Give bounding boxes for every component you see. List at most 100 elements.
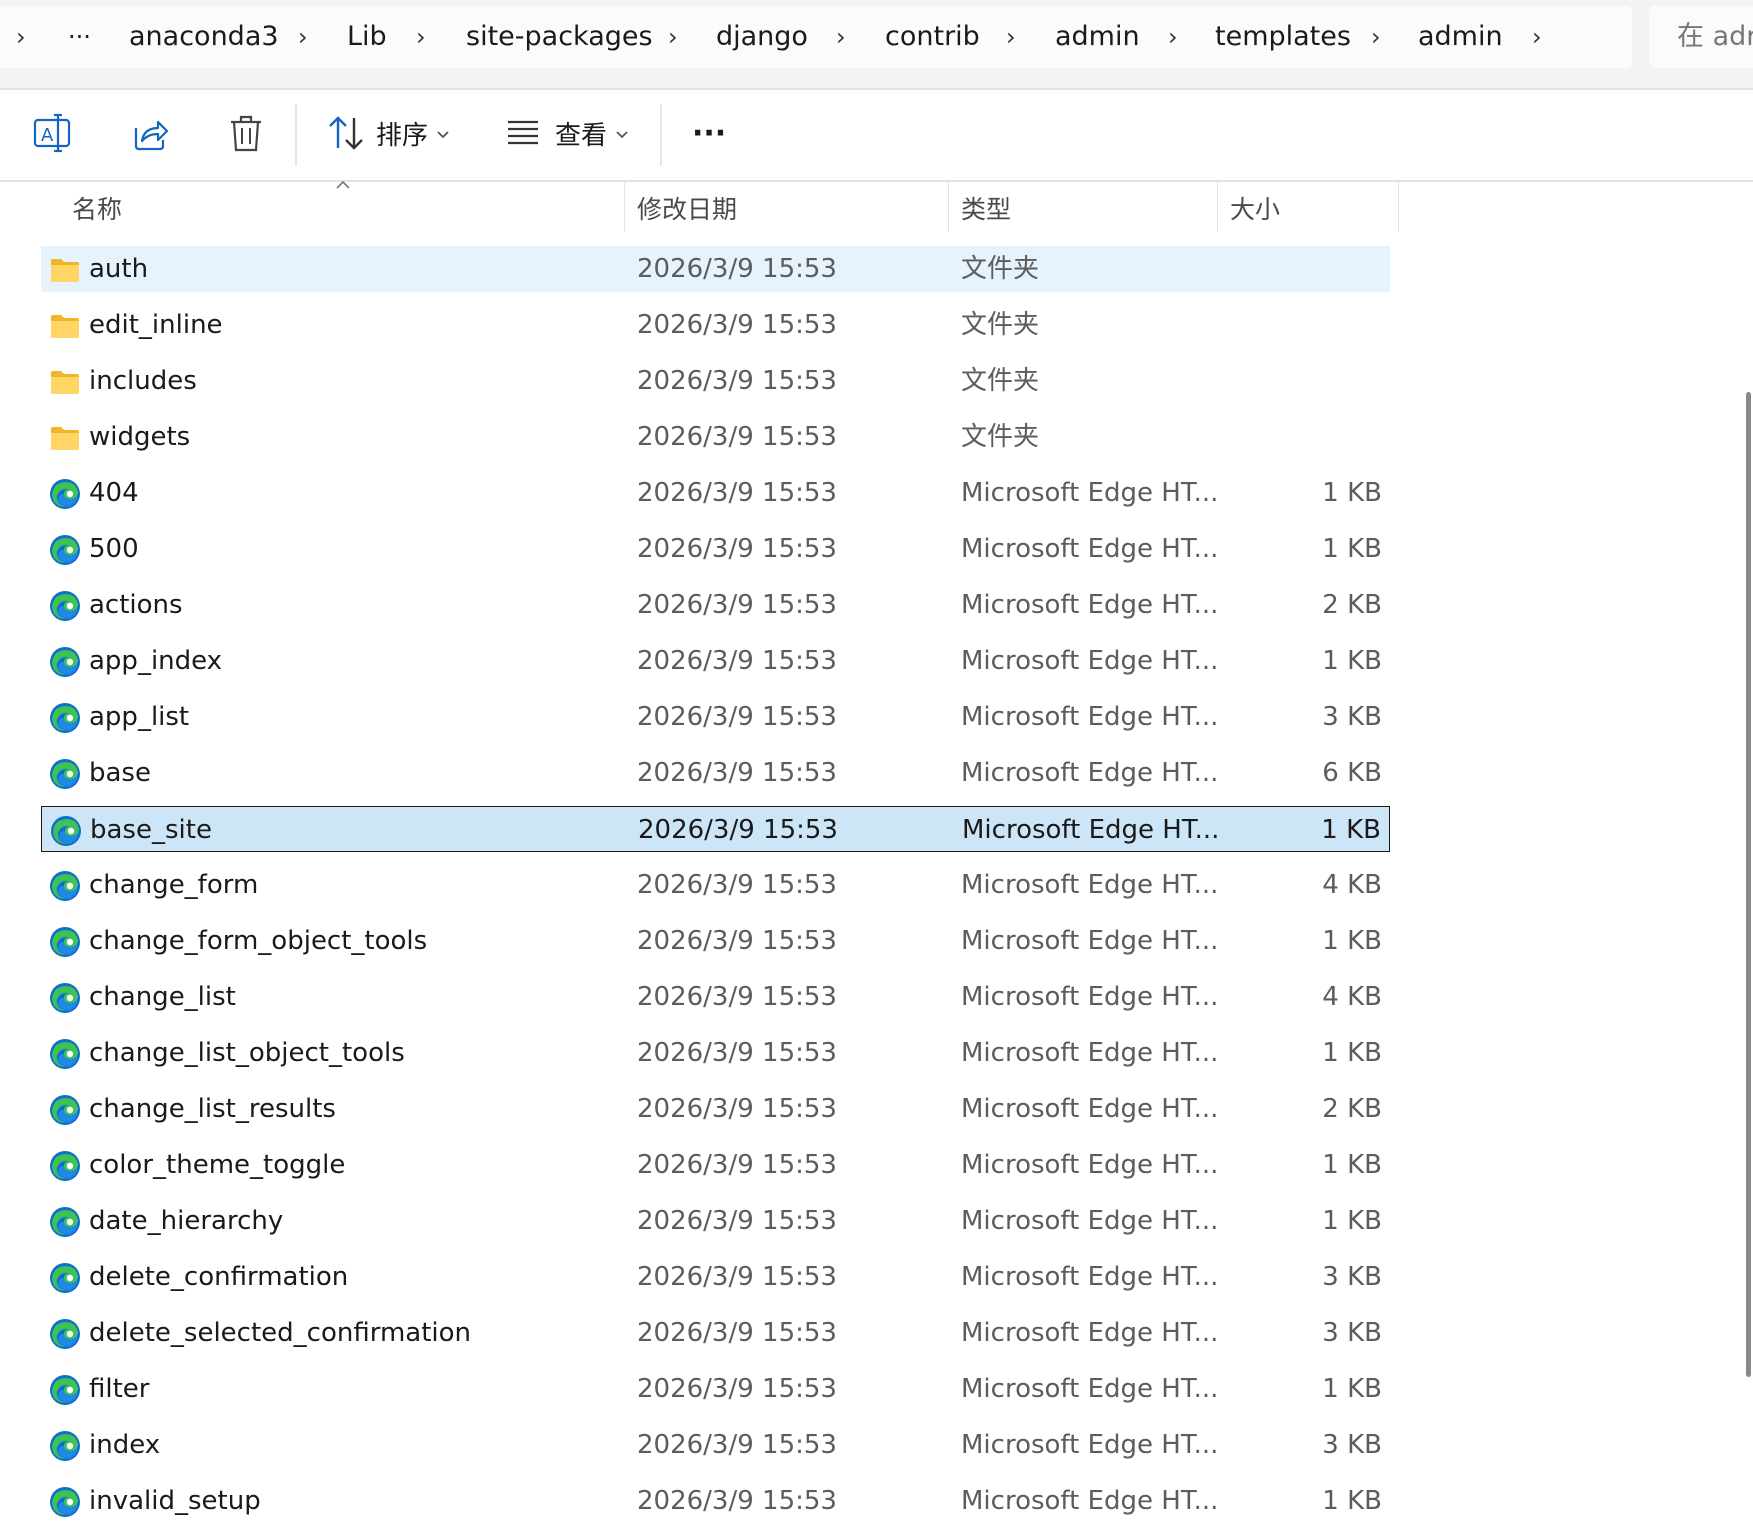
- file-type: Microsoft Edge HT...: [961, 590, 1219, 620]
- file-name: auth: [89, 254, 149, 284]
- file-type: Microsoft Edge HT...: [961, 1486, 1219, 1516]
- sort-icon: [329, 116, 363, 150]
- file-name: widgets: [89, 422, 191, 452]
- chevron-right-icon[interactable]: ›: [16, 6, 26, 68]
- rename-button[interactable]: A: [32, 110, 72, 162]
- file-type: Microsoft Edge HT...: [961, 982, 1219, 1012]
- chevron-right-icon[interactable]: ›: [1168, 6, 1178, 68]
- file-size: 1 KB: [1322, 1486, 1382, 1516]
- chevron-right-icon[interactable]: ›: [1371, 6, 1381, 68]
- file-row[interactable]: base 2026/3/9 15:53 Microsoft Edge HT... 6 …: [41, 750, 1390, 796]
- file-date: 2026/3/9 15:53: [637, 646, 837, 676]
- file-type: Microsoft Edge HT...: [961, 926, 1219, 956]
- file-type: 文件夹: [961, 422, 1040, 452]
- file-type: Microsoft Edge HT...: [961, 1206, 1219, 1236]
- file-row[interactable]: base_site 2026/3/9 15:53 Microsoft Edge HT…: [41, 806, 1390, 852]
- breadcrumb[interactable]: › ··· anaconda3 › Lib › site-packages › …: [0, 6, 1632, 68]
- file-type: Microsoft Edge HT...: [961, 646, 1219, 676]
- scrollbar-thumb[interactable]: [1746, 392, 1751, 1377]
- column-header-type[interactable]: 类型: [961, 188, 1011, 232]
- breadcrumb-item-templates[interactable]: templates: [1215, 6, 1351, 68]
- file-size: 1 KB: [1322, 926, 1382, 956]
- column-divider[interactable]: [948, 182, 949, 232]
- file-date: 2026/3/9 15:53: [638, 815, 838, 845]
- column-divider[interactable]: [1217, 182, 1218, 232]
- breadcrumb-item-admin[interactable]: admin: [1055, 6, 1140, 68]
- file-type: Microsoft Edge HT...: [961, 1262, 1219, 1292]
- file-row[interactable]: color_theme_toggle 2026/3/9 15:53 Microsof…: [41, 1142, 1390, 1188]
- chevron-right-icon[interactable]: ›: [1532, 6, 1542, 68]
- file-size: 3 KB: [1322, 1262, 1382, 1292]
- edge-html-file-icon: [50, 647, 80, 677]
- breadcrumb-overflow-button[interactable]: ···: [68, 6, 91, 68]
- file-type: Microsoft Edge HT...: [961, 702, 1219, 732]
- file-name: filter: [89, 1374, 150, 1404]
- column-divider[interactable]: [624, 182, 625, 232]
- file-row[interactable]: invalid_setup 2026/3/9 15:53 Microsoft Edg…: [41, 1478, 1390, 1524]
- file-date: 2026/3/9 15:53: [637, 1486, 837, 1516]
- file-row[interactable]: app_index 2026/3/9 15:53 Microsoft Edge HT…: [41, 638, 1390, 684]
- more-options-button[interactable]: ···: [692, 110, 742, 162]
- file-type: Microsoft Edge HT...: [961, 1150, 1219, 1180]
- search-box[interactable]: 在 adr: [1649, 6, 1753, 68]
- file-row[interactable]: change_list_object_tools 2026/3/9 15:53 Mi…: [41, 1030, 1390, 1076]
- column-header-size[interactable]: 大小: [1230, 188, 1280, 232]
- column-header-name[interactable]: 名称: [72, 188, 122, 232]
- file-row[interactable]: change_form 2026/3/9 15:53 Microsoft Edge …: [41, 862, 1390, 908]
- chevron-right-icon[interactable]: ›: [836, 6, 846, 68]
- file-date: 2026/3/9 15:53: [637, 1430, 837, 1460]
- file-name: delete_confirmation: [89, 1262, 349, 1292]
- column-divider[interactable]: [1398, 182, 1399, 232]
- file-row[interactable]: 404 2026/3/9 15:53 Microsoft Edge HT... 1 K…: [41, 470, 1390, 516]
- file-row[interactable]: edit_inline 2026/3/9 15:53 文件夹: [41, 302, 1390, 348]
- file-name: color_theme_toggle: [89, 1150, 346, 1180]
- edge-html-file-icon: [50, 1151, 80, 1181]
- file-row[interactable]: date_hierarchy 2026/3/9 15:53 Microsoft Ed…: [41, 1198, 1390, 1244]
- chevron-right-icon[interactable]: ›: [1006, 6, 1016, 68]
- file-row[interactable]: delete_selected_confirmation 2026/3/9 15:…: [41, 1310, 1390, 1356]
- file-name: base_site: [90, 815, 212, 845]
- file-size: 3 KB: [1322, 1430, 1382, 1460]
- file-row[interactable]: index 2026/3/9 15:53 Microsoft Edge HT... 3…: [41, 1422, 1390, 1468]
- file-row[interactable]: change_list 2026/3/9 15:53 Microsoft Edge …: [41, 974, 1390, 1020]
- breadcrumb-item-anaconda3[interactable]: anaconda3: [129, 6, 279, 68]
- file-row[interactable]: app_list 2026/3/9 15:53 Microsoft Edge HT.…: [41, 694, 1390, 740]
- file-date: 2026/3/9 15:53: [637, 926, 837, 956]
- file-row[interactable]: auth 2026/3/9 15:53 文件夹: [41, 246, 1390, 292]
- breadcrumb-item-admin-current[interactable]: admin: [1418, 6, 1503, 68]
- edge-html-file-icon: [50, 1375, 80, 1405]
- file-row[interactable]: includes 2026/3/9 15:53 文件夹: [41, 358, 1390, 404]
- edge-html-file-icon: [50, 1207, 80, 1237]
- file-row[interactable]: actions 2026/3/9 15:53 Microsoft Edge HT..…: [41, 582, 1390, 628]
- scrollbar[interactable]: [1743, 182, 1753, 1532]
- file-row[interactable]: change_form_object_tools 2026/3/9 15:53 Mi…: [41, 918, 1390, 964]
- view-button[interactable]: 查看: [505, 110, 635, 162]
- breadcrumb-item-site-packages[interactable]: site-packages: [466, 6, 653, 68]
- chevron-right-icon[interactable]: ›: [416, 6, 426, 68]
- file-row[interactable]: widgets 2026/3/9 15:53 文件夹: [41, 414, 1390, 460]
- chevron-right-icon[interactable]: ›: [668, 6, 678, 68]
- file-name: edit_inline: [89, 310, 223, 340]
- sort-button[interactable]: 排序: [326, 110, 456, 162]
- share-icon: [134, 120, 169, 151]
- file-name: invalid_setup: [89, 1486, 261, 1516]
- column-header-date[interactable]: 修改日期: [637, 188, 737, 232]
- breadcrumb-item-lib[interactable]: Lib: [347, 6, 387, 68]
- file-row[interactable]: change_list_results 2026/3/9 15:53 Microso…: [41, 1086, 1390, 1132]
- file-type: Microsoft Edge HT...: [962, 815, 1220, 845]
- chevron-right-icon[interactable]: ›: [298, 6, 308, 68]
- breadcrumb-item-contrib[interactable]: contrib: [885, 6, 980, 68]
- edge-html-file-icon: [50, 535, 80, 565]
- delete-button[interactable]: [226, 110, 266, 162]
- file-row[interactable]: delete_confirmation 2026/3/9 15:53 Microso…: [41, 1254, 1390, 1300]
- toolbar-divider: [295, 104, 297, 166]
- file-date: 2026/3/9 15:53: [637, 982, 837, 1012]
- edge-html-file-icon: [50, 591, 80, 621]
- file-row[interactable]: 500 2026/3/9 15:53 Microsoft Edge HT... 1 K…: [41, 526, 1390, 572]
- share-button[interactable]: [130, 110, 170, 162]
- edge-html-file-icon: [50, 1431, 80, 1461]
- breadcrumb-item-django[interactable]: django: [716, 6, 808, 68]
- file-row[interactable]: filter 2026/3/9 15:53 Microsoft Edge HT...…: [41, 1366, 1390, 1412]
- file-size: 3 KB: [1322, 702, 1382, 732]
- file-date: 2026/3/9 15:53: [637, 1038, 837, 1068]
